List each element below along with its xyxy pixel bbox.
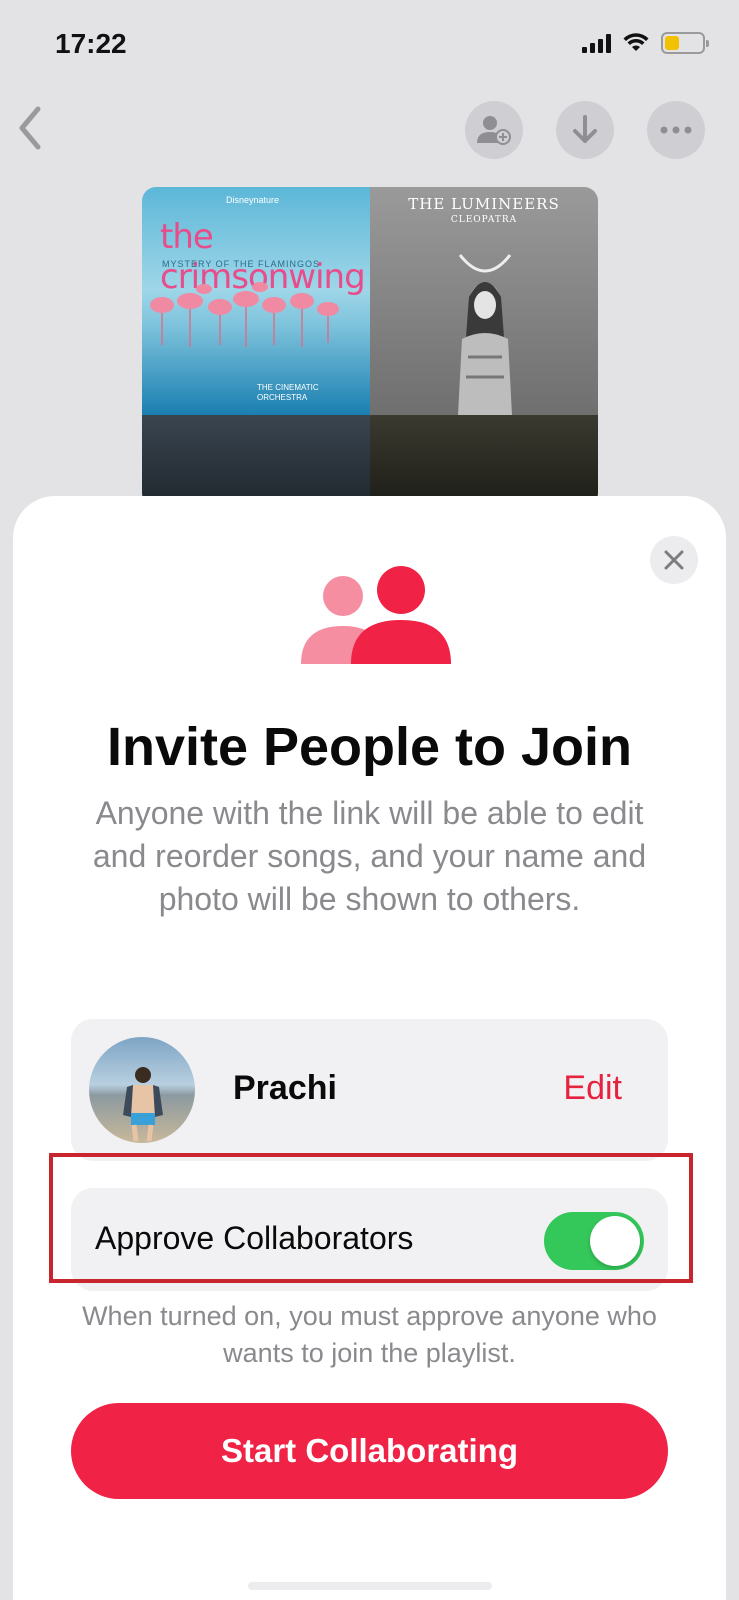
more-options-button[interactable] (647, 101, 705, 159)
annotation-highlight-box (49, 1153, 693, 1283)
close-icon (664, 550, 684, 570)
album-subtitle: MYSTERY OF THE FLAMINGOS (162, 259, 321, 269)
people-icon (301, 566, 451, 664)
avatar-photo (123, 1067, 163, 1142)
start-collaborating-button[interactable]: Start Collaborating (71, 1403, 668, 1499)
album-cover-3 (142, 415, 370, 507)
album-subtitle: CLEOPATRA (450, 215, 518, 225)
playlist-artwork: Disneynature the crimsonwing MYSTERY OF … (142, 187, 598, 507)
flamingos-image (150, 282, 339, 347)
album-cover-lumineers: THE LUMINEERS CLEOPATRA (370, 187, 598, 415)
status-time: 17:22 (55, 28, 127, 59)
album-title: THE LUMINEERS (408, 195, 560, 213)
album-credit: THE CINEMATIC ORCHESTRA (257, 383, 319, 402)
back-button[interactable] (14, 103, 54, 153)
close-button[interactable] (650, 536, 698, 584)
cellular-signal-icon (582, 33, 611, 53)
person-add-icon (477, 116, 511, 145)
download-arrow-icon (573, 115, 597, 143)
ellipsis-icon (660, 126, 692, 134)
cleopatra-portrait-image (458, 254, 512, 415)
profile-card: Prachi Edit (71, 1019, 668, 1161)
album-cover-4 (370, 415, 598, 507)
wifi-icon (623, 33, 649, 51)
status-bar: 17:22 (0, 0, 739, 90)
chevron-left-icon (19, 106, 41, 150)
battery-icon (661, 32, 709, 54)
sheet-description: Anyone with the link will be able to edi… (92, 795, 647, 917)
download-button[interactable] (556, 101, 614, 159)
profile-name: Prachi (233, 1069, 337, 1107)
sheet-title: Invite People to Join (106, 717, 633, 777)
album-brand: Disneynature (226, 195, 280, 205)
status-icons (582, 32, 709, 54)
edit-profile-link[interactable]: Edit (563, 1069, 622, 1108)
invite-sheet: Invite People to Join Anyone with the li… (13, 496, 726, 1600)
avatar (89, 1037, 195, 1143)
add-collaborator-button[interactable] (465, 101, 523, 159)
album-cover-crimson-wing: Disneynature the crimsonwing MYSTERY OF … (142, 187, 370, 415)
playlist-nav (0, 95, 739, 165)
approve-hint: When turned on, you must approve anyone … (82, 1301, 657, 1368)
home-indicator (248, 1582, 492, 1590)
